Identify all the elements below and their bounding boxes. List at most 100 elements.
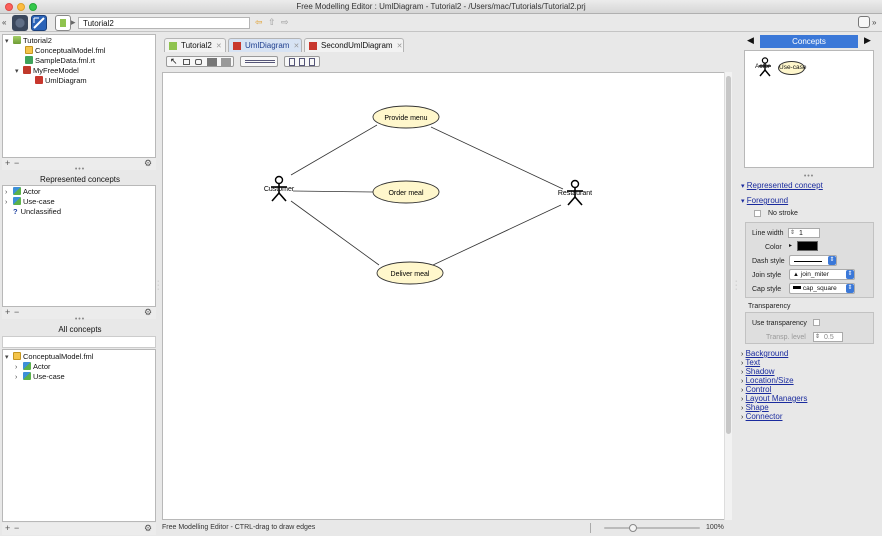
zoom-slider-knob[interactable]	[628, 524, 637, 532]
path-field[interactable]: Tutorial2	[78, 17, 250, 29]
usecase-order-meal[interactable]: Order meal	[372, 180, 440, 204]
diagram-canvas[interactable]: Provide menu Order meal Deliver meal Cus…	[162, 72, 732, 520]
section-text[interactable]: › Text	[741, 358, 871, 367]
splitter-handle[interactable]: •••	[2, 316, 158, 323]
tool-group-selection[interactable]: ↖	[166, 56, 234, 67]
edge-customer-providemenu[interactable]	[290, 124, 378, 176]
cap-square-icon	[793, 286, 801, 289]
title-bar: Free Modelling Editor : UmlDiagram - Tut…	[0, 0, 882, 14]
gear-icon[interactable]: ⚙	[144, 523, 152, 534]
chevron-double-right-icon[interactable]: »	[872, 15, 880, 31]
expand-chevron-icon: ›	[741, 387, 744, 394]
scrollbar-thumb[interactable]	[726, 76, 731, 434]
project-tree-panel: ▾ Tutorial2 ConceptualModel.fml SampleDat…	[2, 34, 156, 158]
section-location-size[interactable]: › Location/Size	[741, 376, 871, 385]
tab-tutorial2[interactable]: Tutorial2 ✕	[164, 38, 226, 52]
splitter-handle[interactable]: •••	[2, 166, 158, 173]
section-shape[interactable]: › Shape	[741, 403, 871, 412]
tree-item-sample-data[interactable]: SampleData.fml.rt	[25, 56, 95, 66]
align-right-icon	[309, 58, 315, 66]
edge-restaurant-delivermeal[interactable]	[432, 204, 562, 266]
tab-umldiagram[interactable]: UmlDiagram ✕	[228, 38, 302, 52]
use-transparency-checkbox[interactable]	[813, 319, 820, 326]
usecase-provide-menu[interactable]: Provide menu	[372, 105, 440, 129]
section-layout-managers[interactable]: › Layout Managers	[741, 394, 871, 403]
section-foreground[interactable]: ▾ Foreground	[741, 196, 788, 205]
edge-restaurant-providemenu[interactable]	[430, 126, 564, 190]
close-tab-icon[interactable]: ✕	[216, 43, 222, 50]
concept-filter-input[interactable]	[2, 336, 156, 348]
canvas-vertical-scrollbar[interactable]	[724, 72, 732, 520]
up-arrow-icon[interactable]: ⇧	[268, 17, 276, 28]
diagram-icon	[309, 42, 317, 50]
next-panel-icon[interactable]: ▶	[864, 35, 871, 46]
actor-label: Customer	[264, 186, 295, 193]
all-concepts-item-usecase[interactable]: › Use-case	[15, 372, 65, 382]
concept-item-unclassified[interactable]: ? Unclassified	[5, 207, 61, 217]
all-concepts-item-model[interactable]: ▾ ConceptualModel.fml	[5, 352, 93, 362]
layout-toggle-icon[interactable]	[858, 16, 870, 28]
settings-gear-icon[interactable]	[12, 15, 28, 31]
pointer-tool-icon[interactable]: ↖	[170, 56, 178, 67]
splitter-handle[interactable]: •••	[744, 173, 874, 180]
tab-second-umldiagram[interactable]: SecondUmlDiagram ✕	[304, 38, 404, 52]
right-splitter-grip[interactable]: · · ·	[735, 278, 737, 293]
cap-style-select[interactable]: cap_square ⇕	[789, 283, 855, 294]
expand-chevron-icon: ›	[741, 360, 744, 367]
palette-actor-label: Actor	[755, 63, 771, 70]
actor-restaurant[interactable]: Restaurant	[558, 179, 592, 206]
align-vertical-button[interactable]	[284, 56, 320, 67]
close-tab-icon[interactable]: ✕	[397, 43, 403, 50]
connector-tool-icon[interactable]	[221, 58, 231, 66]
palette-usecase-label: Use-case	[779, 64, 807, 71]
stepper-arrows-icon[interactable]: ⇕	[790, 229, 795, 238]
project-icon[interactable]	[55, 15, 71, 31]
align-horizontal-button[interactable]	[240, 56, 278, 67]
line-width-stepper[interactable]: ⇕ 1	[788, 228, 820, 238]
section-connector[interactable]: › Connector	[741, 412, 871, 421]
concept-item-actor[interactable]: › Actor	[5, 187, 41, 197]
section-background[interactable]: › Background	[741, 349, 871, 358]
all-concepts-item-actor[interactable]: › Actor	[15, 362, 51, 372]
back-arrow-icon[interactable]: ⇦	[255, 17, 263, 28]
left-splitter-grip[interactable]: · · ·	[157, 278, 159, 293]
close-tab-icon[interactable]: ✕	[293, 43, 299, 50]
transp-level-stepper[interactable]: ⇕ 0.5	[813, 332, 843, 342]
tree-item-project[interactable]: ▾ Tutorial2	[5, 36, 52, 46]
all-concepts-title: All concepts	[58, 325, 102, 334]
color-swatch[interactable]	[797, 241, 818, 251]
add-icon[interactable]: +	[5, 523, 10, 533]
no-stroke-checkbox[interactable]	[754, 210, 761, 217]
diagram-mode-icon[interactable]	[31, 15, 47, 31]
line-width-label: Line width	[752, 230, 784, 237]
fml-file-icon	[25, 46, 33, 54]
cap-style-label: Cap style	[752, 286, 782, 293]
fill-tool-icon[interactable]	[207, 58, 217, 66]
color-dropdown-arrow-icon[interactable]: ▸	[789, 242, 792, 249]
join-style-select[interactable]: ▲ join_miter ⇕	[789, 269, 855, 280]
prev-panel-icon[interactable]: ◀	[747, 35, 754, 46]
rect-select-tool-icon[interactable]	[183, 59, 190, 65]
zoom-slider[interactable]	[604, 527, 700, 529]
tree-item-uml-diagram[interactable]: UmlDiagram	[35, 76, 87, 86]
section-shadow[interactable]: › Shadow	[741, 367, 871, 376]
dash-style-select[interactable]: ⇕	[789, 255, 837, 266]
tree-item-conceptual-model[interactable]: ConceptualModel.fml	[25, 46, 105, 56]
free-model-icon	[23, 66, 31, 74]
round-rect-tool-icon[interactable]	[195, 59, 202, 65]
stroke-properties-group: Line width ⇕ 1 Color ▸ Dash style ⇕ Join …	[745, 222, 874, 298]
concept-item-usecase[interactable]: › Use-case	[5, 197, 55, 207]
edge-customer-ordermeal[interactable]	[292, 190, 374, 193]
actor-customer[interactable]: Customer	[264, 175, 295, 202]
tree-item-free-model[interactable]: ▾ MyFreeModel	[15, 66, 79, 76]
edge-customer-delivermeal[interactable]	[290, 200, 380, 266]
forward-arrow-icon[interactable]: ⇨	[281, 17, 289, 28]
usecase-deliver-meal[interactable]: Deliver meal	[376, 261, 444, 285]
section-control[interactable]: › Control	[741, 385, 871, 394]
chevron-double-icon[interactable]: «	[2, 15, 10, 31]
remove-icon[interactable]: −	[14, 523, 19, 533]
section-represented-concept[interactable]: ▾ Represented concept	[741, 181, 823, 190]
stepper-arrows-icon[interactable]: ⇕	[815, 333, 820, 342]
concepts-tab[interactable]: Concepts	[760, 35, 858, 48]
dash-preview	[794, 261, 822, 262]
